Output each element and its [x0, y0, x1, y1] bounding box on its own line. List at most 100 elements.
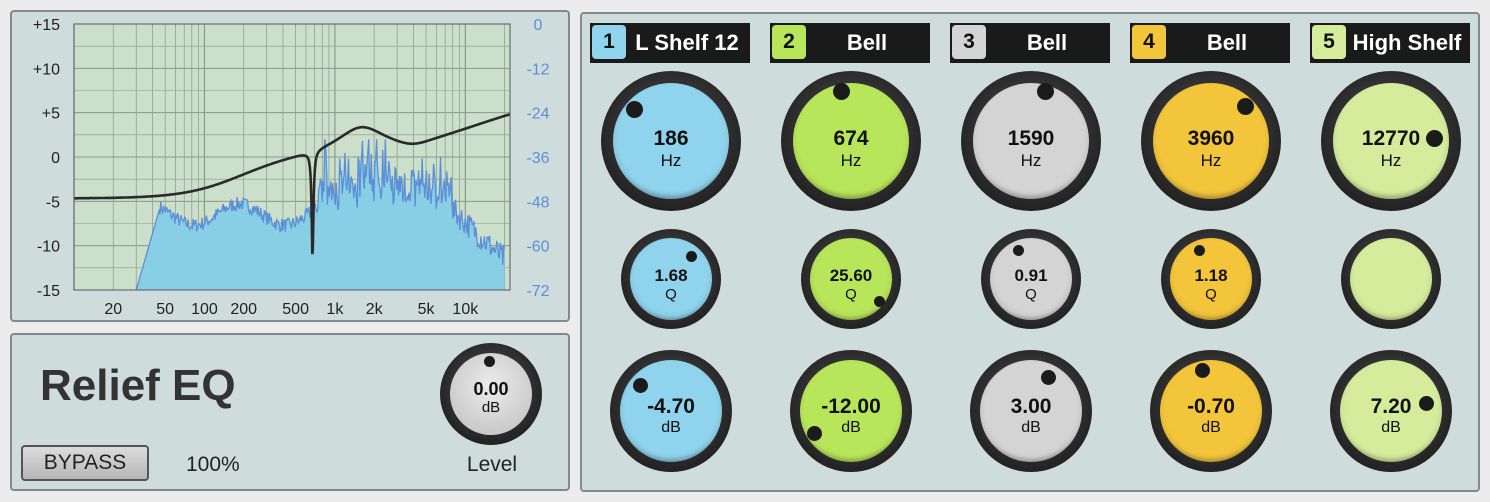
- band-1-freq-value: 186: [653, 127, 689, 150]
- band-1-q-value: 1.68: [654, 266, 688, 285]
- band-5-gain-knob[interactable]: 7.20 dB: [1330, 350, 1452, 472]
- knob-indicator-icon: [685, 250, 697, 262]
- band-2-q-knob[interactable]: 25.60 Q: [801, 229, 901, 329]
- band-2-gain-value: -12.00: [821, 395, 881, 418]
- band-4-q-unit: Q: [1205, 286, 1217, 303]
- band-3-freq-unit: Hz: [1020, 151, 1042, 170]
- spectrum-axis-label: 0: [534, 17, 543, 34]
- gain-axis-label: +15: [33, 17, 60, 34]
- band-5-freq-unit: Hz: [1380, 151, 1402, 170]
- frequency-axis-label: 200: [230, 301, 257, 318]
- band-2-q-unit: Q: [845, 286, 857, 303]
- band-3-freq-knob[interactable]: 1590 Hz: [961, 71, 1101, 211]
- band-3-gain-knob[interactable]: 3.00 dB: [970, 350, 1092, 472]
- knob-indicator-icon: [1236, 97, 1254, 115]
- level-label: Level: [466, 453, 518, 476]
- gain-axis-label: -5: [46, 194, 60, 211]
- band-4-gain-value: -0.70: [1187, 395, 1235, 418]
- gain-axis-label: +5: [42, 106, 60, 123]
- band-number-badge[interactable]: 4: [1132, 25, 1166, 59]
- knob-indicator-icon: [1012, 244, 1024, 256]
- spectrum-axis-label: -60: [526, 239, 549, 256]
- band-1-q-knob[interactable]: 1.68 Q: [621, 229, 721, 329]
- eq-graph-panel: +15 +10 +5 0 -5 -10 -15 0 -12 -24 -36 -48 -60 -72 20 50…: [10, 10, 570, 322]
- knob-indicator-icon: [1194, 362, 1210, 378]
- spectrum-axis-label: -48: [526, 194, 549, 211]
- band-4-gain-knob[interactable]: -0.70 dB: [1150, 350, 1272, 472]
- knob-indicator-icon: [873, 295, 885, 307]
- band-number-badge[interactable]: 2: [772, 25, 806, 59]
- bands-panel: 1L Shelf 12 186 Hz 1.68 Q -4.70 dB 2 Bell 674 Hz 25…: [580, 12, 1480, 492]
- band-1-header[interactable]: 1L Shelf 12: [590, 23, 750, 63]
- knob-indicator-icon: [1418, 395, 1434, 411]
- band-2-gain-knob[interactable]: -12.00 dB: [790, 350, 912, 472]
- mix-percent: 100%: [186, 453, 240, 476]
- knob-indicator-icon: [832, 82, 850, 100]
- band-type-selector[interactable]: Bell: [1168, 23, 1286, 63]
- band-number-badge[interactable]: 5: [1312, 25, 1346, 59]
- frequency-axis-label: 500: [282, 301, 309, 318]
- band-type-selector[interactable]: High Shelf: [1348, 23, 1466, 63]
- level-value: 0.00: [473, 379, 509, 399]
- band-type-selector[interactable]: L Shelf 12: [628, 23, 746, 63]
- band-type-selector[interactable]: Bell: [988, 23, 1106, 63]
- band-2-freq-value: 674: [833, 127, 869, 150]
- band-5-header[interactable]: 5 High Shelf: [1310, 23, 1470, 63]
- bypass-button[interactable]: BYPASS: [21, 445, 149, 481]
- band-5-gain-value: 7.20: [1370, 395, 1412, 418]
- eq-graph[interactable]: +15 +10 +5 0 -5 -10 -15 0 -12 -24 -36 -48 -60 -72 20 50…: [12, 12, 568, 320]
- knob-indicator-icon: [1193, 244, 1205, 256]
- knob-indicator-icon: [1425, 129, 1443, 147]
- band-5-q-knob[interactable]: [1341, 229, 1441, 329]
- band-4-q-knob[interactable]: 1.18 Q: [1161, 229, 1261, 329]
- frequency-axis-label: 2k: [366, 301, 384, 318]
- band-2-freq-knob[interactable]: 674 Hz: [781, 71, 921, 211]
- frequency-axis-label: 5k: [418, 301, 436, 318]
- level-unit: dB: [481, 399, 501, 416]
- band-1-gain-value: -4.70: [647, 395, 695, 418]
- knob-indicator-icon: [484, 356, 495, 367]
- band-3-q-knob[interactable]: 0.91 Q: [981, 229, 1081, 329]
- band-3-q-unit: Q: [1025, 286, 1037, 303]
- band-1-freq-unit: Hz: [660, 151, 682, 170]
- gain-axis-label: -10: [37, 239, 60, 256]
- band-4-freq-value: 3960: [1187, 127, 1235, 150]
- band-1-gain-unit: dB: [661, 419, 681, 436]
- band-5-freq-knob[interactable]: 12770 Hz: [1321, 71, 1461, 211]
- band-1-freq-knob[interactable]: 186 Hz: [601, 71, 741, 211]
- band-4-gain-unit: dB: [1201, 419, 1221, 436]
- frequency-axis-label: 100: [191, 301, 218, 318]
- band-4-q-value: 1.18: [1194, 266, 1228, 285]
- frequency-axis-label: 1k: [326, 301, 344, 318]
- gain-axis-label: +10: [33, 61, 60, 78]
- band-1-gain-knob[interactable]: -4.70 dB: [610, 350, 732, 472]
- band-3-header[interactable]: 3 Bell: [950, 23, 1110, 63]
- knob-indicator-icon: [806, 425, 822, 441]
- knob-indicator-icon: [632, 377, 648, 393]
- knob-indicator-icon: [625, 100, 643, 118]
- frequency-axis-label: 10k: [452, 301, 479, 318]
- band-2-header[interactable]: 2 Bell: [770, 23, 930, 63]
- gain-axis-label: 0: [51, 150, 60, 167]
- frequency-axis-label: 20: [104, 301, 122, 318]
- band-3-gain-unit: dB: [1021, 419, 1041, 436]
- band-4-freq-knob[interactable]: 3960 Hz: [1141, 71, 1281, 211]
- band-4-header[interactable]: 4 Bell: [1130, 23, 1290, 63]
- spectrum-axis-label: -36: [526, 150, 549, 167]
- band-2-q-value: 25.60: [829, 266, 873, 285]
- spectrum-axis-label: -24: [526, 106, 549, 123]
- band-number-badge[interactable]: 1: [592, 25, 626, 59]
- band-2-freq-unit: Hz: [840, 151, 862, 170]
- plugin-title: Relief EQ: [40, 361, 236, 410]
- band-3-q-value: 0.91: [1014, 266, 1048, 285]
- band-1-q-unit: Q: [665, 286, 677, 303]
- band-4-freq-unit: Hz: [1200, 151, 1222, 170]
- band-number-badge[interactable]: 3: [952, 25, 986, 59]
- spectrum-axis-label: -12: [526, 61, 549, 78]
- spectrum-axis-label: -72: [526, 283, 549, 300]
- band-3-freq-value: 1590: [1007, 127, 1055, 150]
- frequency-axis-label: 50: [156, 301, 174, 318]
- band-type-selector[interactable]: Bell: [808, 23, 926, 63]
- band-3-gain-value: 3.00: [1010, 395, 1052, 418]
- level-knob[interactable]: 0.00 dB: [440, 343, 542, 445]
